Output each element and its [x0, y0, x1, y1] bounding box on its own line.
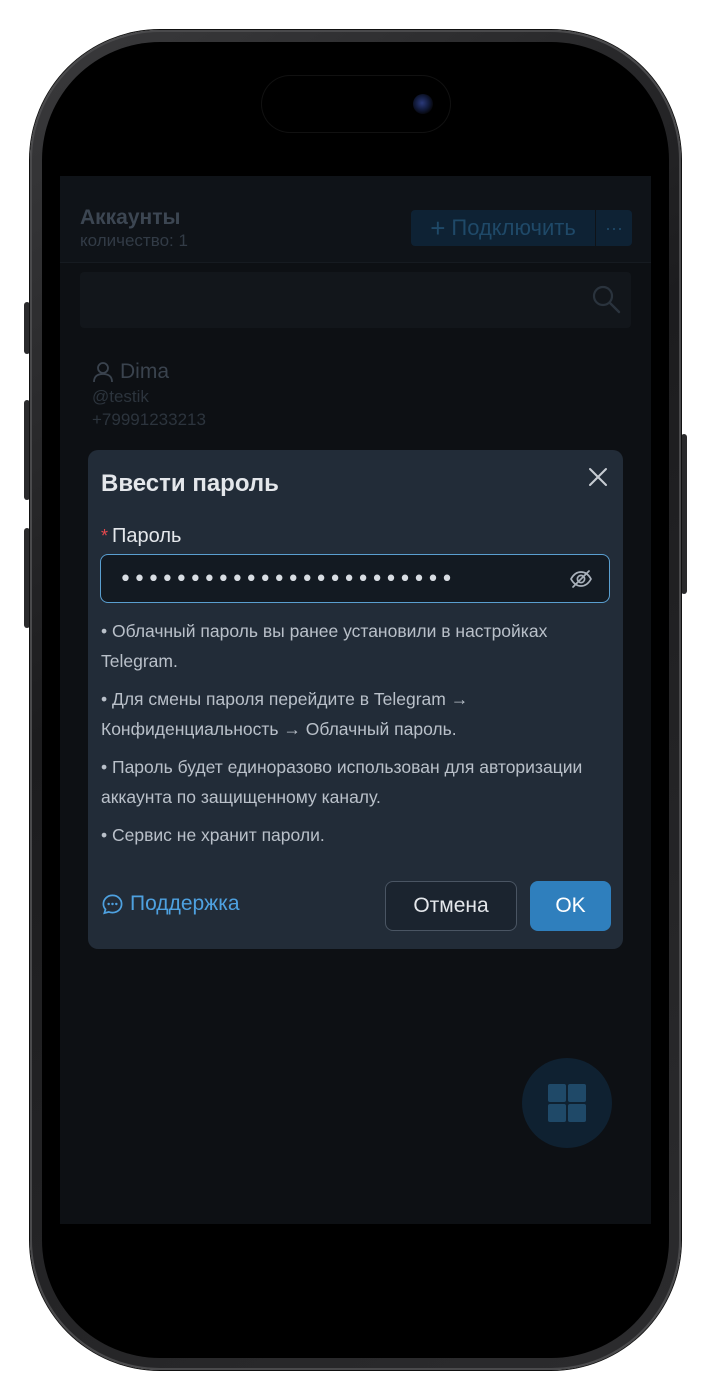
- password-dialog: Ввести пароль *Пароль • Облачный пароль …: [88, 450, 623, 949]
- account-phone: +79991233213: [92, 410, 206, 429]
- user-icon: [93, 362, 113, 383]
- account-name-row: Dima: [92, 360, 206, 384]
- apps-menu-button[interactable]: [522, 1058, 612, 1148]
- note-cloud-password: • Облачный пароль вы ранее установили в …: [101, 621, 548, 671]
- note-change-password: • Для смены пароля перейдите в Telegram …: [101, 689, 469, 739]
- account-name: Dima: [120, 360, 170, 383]
- account-username: @testik: [92, 387, 149, 406]
- required-mark: *: [101, 526, 109, 546]
- support-link-label: Поддержка: [130, 892, 240, 915]
- chat-bubble-icon: [102, 894, 123, 914]
- front-camera: [413, 94, 433, 114]
- cancel-button[interactable]: Отмена: [385, 881, 517, 931]
- dialog-title: Ввести пароль: [101, 470, 279, 497]
- password-label-text: Пароль: [112, 525, 182, 547]
- app-header: Аккаунты количество: 1 + Подключить ···: [60, 176, 651, 263]
- password-field: [100, 554, 610, 603]
- close-icon[interactable]: [586, 465, 610, 489]
- ok-button[interactable]: OK: [530, 881, 611, 931]
- grid-icon: [548, 1084, 586, 1122]
- power-button: [681, 434, 687, 594]
- plus-icon: +: [430, 212, 446, 243]
- password-label: * Пароль: [101, 525, 181, 548]
- password-input[interactable]: [117, 555, 561, 603]
- accounts-count: количество: 1: [80, 231, 188, 250]
- note-not-stored: • Сервис не хранит пароли.: [101, 825, 325, 845]
- search-input[interactable]: [80, 272, 631, 328]
- support-link[interactable]: Поддержка: [101, 892, 240, 916]
- page-title: Аккаунты: [80, 206, 181, 229]
- search-icon: [592, 285, 621, 314]
- connect-button-label: Подключить: [451, 215, 576, 240]
- connect-button[interactable]: + Подключить: [411, 210, 595, 246]
- note-one-time-use: • Пароль будет единоразово использован д…: [101, 757, 583, 807]
- list-item[interactable]: Dima @testik +79991233213: [92, 360, 206, 430]
- eye-off-icon[interactable]: [569, 567, 593, 591]
- password-notes: • Облачный пароль вы ранее установили в …: [101, 616, 611, 858]
- more-options-button[interactable]: ···: [596, 210, 632, 246]
